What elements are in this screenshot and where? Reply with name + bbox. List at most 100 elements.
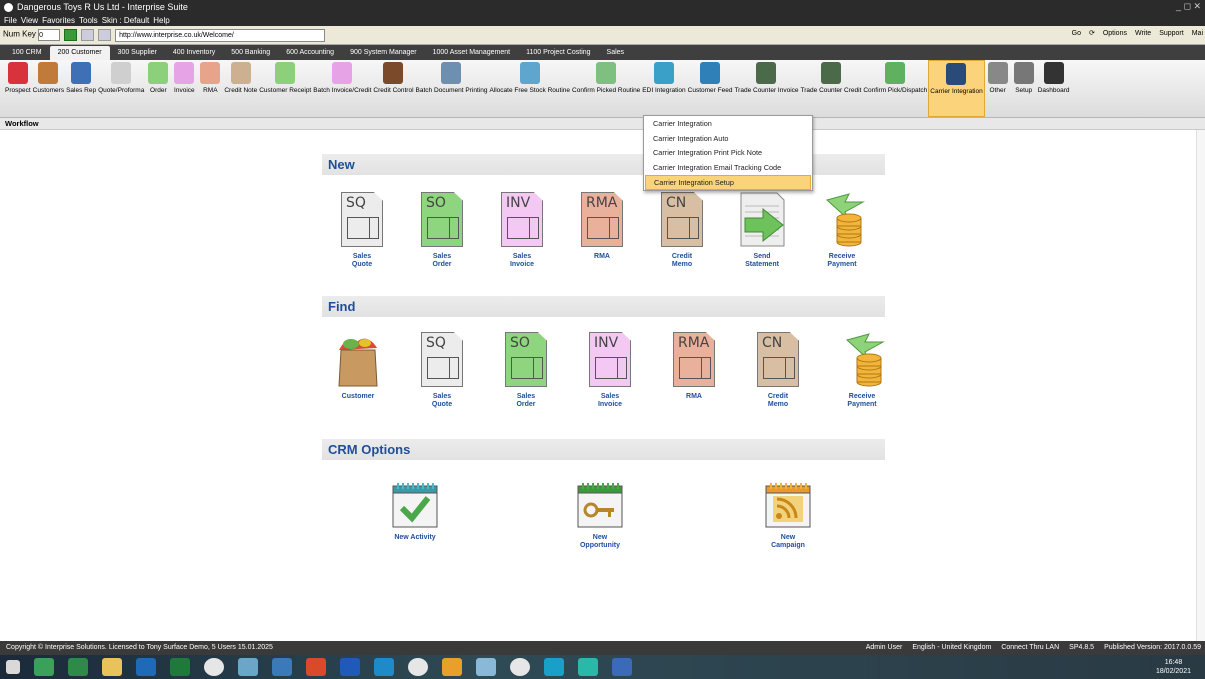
chrome-icon[interactable] (442, 658, 462, 676)
menu-view[interactable]: View (21, 16, 38, 25)
new-tile-sales-quote[interactable]: SQ Sales Quote (332, 192, 392, 269)
tab-system-manager[interactable]: 900 System Manager (342, 46, 425, 60)
find-tile-receive-payment[interactable]: Receive Payment (832, 332, 892, 409)
ribbon-button-other[interactable]: Other (985, 60, 1011, 117)
new-tile-sales-order[interactable]: SO Sales Order (412, 192, 472, 269)
inv-document-icon: INV (589, 332, 631, 387)
back-button[interactable] (81, 29, 95, 41)
ribbon-button-customers[interactable]: Customers (32, 60, 65, 117)
forward-button[interactable] (98, 29, 112, 41)
word-icon[interactable] (340, 658, 360, 676)
ribbon-button-trade-counter-credit[interactable]: Trade Counter Credit (800, 60, 863, 117)
crm-tile-new-opportunity[interactable]: New Opportunity (570, 482, 630, 550)
find-tile-rma[interactable]: RMA RMA (664, 332, 724, 401)
menu-item-carrier-integration-setup[interactable]: Carrier Integration Setup (645, 175, 811, 190)
ribbon-button-confirm-pick-dispatch[interactable]: Confirm Pick/Dispatch (862, 60, 928, 117)
go-link[interactable]: Go (1072, 30, 1081, 37)
new-tile-sales-invoice[interactable]: INV Sales Invoice (492, 192, 552, 269)
ribbon-button-trade-counter-invoice[interactable]: Trade Counter Invoice (733, 60, 799, 117)
vertical-scrollbar[interactable] (1196, 130, 1205, 641)
taskbar-app-icon[interactable] (578, 658, 598, 676)
taskbar-app-icon[interactable] (238, 658, 258, 676)
find-tile-customer[interactable]: Customer (328, 332, 388, 401)
crm-tile-new-activity[interactable]: New Activity (385, 482, 445, 542)
tile-label: Sales Order (412, 253, 472, 269)
taskbar-app-icon[interactable] (272, 658, 292, 676)
ribbon-button-edi-integration[interactable]: EDI Integration (641, 60, 686, 117)
write-button[interactable]: Write (1135, 30, 1151, 37)
taskbar-app-icon[interactable] (34, 658, 54, 676)
interprise-icon[interactable] (204, 658, 224, 676)
find-tile-sales-invoice[interactable]: INV Sales Invoice (580, 332, 640, 409)
new-tile-rma[interactable]: RMA RMA (572, 192, 632, 261)
interprise-icon[interactable] (510, 658, 530, 676)
ribbon-button-credit-control[interactable]: Credit Control (372, 60, 414, 117)
tab-customer[interactable]: 200 Customer (49, 46, 110, 60)
tab-supplier[interactable]: 300 Supplier (110, 46, 165, 60)
menu-item-carrier-integration-auto[interactable]: Carrier Integration Auto (645, 132, 811, 147)
tab-project-costing[interactable]: 1100 Project Costing (518, 46, 598, 60)
tile-label-line2: Quote (351, 261, 373, 268)
find-tile-credit-memo[interactable]: CN Credit Memo (748, 332, 808, 409)
ribbon-button-sales-rep[interactable]: Sales Rep (65, 60, 97, 117)
excel-icon[interactable] (170, 658, 190, 676)
ribbon-button-customer-receipt[interactable]: Customer Receipt (258, 60, 312, 117)
tab-banking[interactable]: 500 Banking (223, 46, 278, 60)
tab-asset-management[interactable]: 1000 Asset Management (425, 46, 518, 60)
edge-icon[interactable] (544, 658, 564, 676)
folder-icon[interactable] (102, 658, 122, 676)
find-tile-sales-order[interactable]: SO Sales Order (496, 332, 556, 409)
tab-accounting[interactable]: 600 Accounting (278, 46, 342, 60)
url-input[interactable]: http://www.interprise.co.uk/Welcome/ (115, 28, 326, 42)
ribbon-button-carrier-integration[interactable]: Carrier Integration (928, 60, 985, 117)
mail-button[interactable]: Mai (1192, 30, 1203, 37)
outlook-icon[interactable] (136, 658, 156, 676)
ribbon-button-dashboard[interactable]: Dashboard (1037, 60, 1071, 117)
go-button[interactable] (64, 29, 78, 41)
ribbon-button-quote-proforma[interactable]: Quote/Proforma (97, 60, 145, 117)
address-bar: Num Key http://www.interprise.co.uk/Welc… (0, 26, 1205, 45)
tab-crm[interactable]: 100 CRM (4, 46, 50, 60)
ribbon-button-setup[interactable]: Setup (1011, 60, 1037, 117)
menu-item-carrier-integration-email-tracking[interactable]: Carrier Integration Email Tracking Code (645, 161, 811, 176)
refresh-icon[interactable]: ⟳ (1089, 29, 1095, 37)
tab-inventory[interactable]: 400 Inventory (165, 46, 223, 60)
menu-item-carrier-integration[interactable]: Carrier Integration (645, 117, 811, 132)
ribbon-label: Other (989, 87, 1006, 94)
taskbar-app-icon[interactable] (476, 658, 496, 676)
new-tile-credit-memo[interactable]: CN Credit Memo (652, 192, 712, 269)
ribbon-button-batch-invoice-credit[interactable]: Batch Invoice/Credit (312, 60, 372, 117)
ribbon-button-prospect[interactable]: Prospect (4, 60, 32, 117)
tab-sales[interactable]: Sales (599, 46, 633, 60)
window-controls[interactable]: _ ◻ ✕ (1176, 1, 1201, 12)
interprise-icon[interactable] (408, 658, 428, 676)
ribbon-button-invoice[interactable]: Invoice (171, 60, 197, 117)
taskbar-app-icon[interactable] (68, 658, 88, 676)
options-button[interactable]: Options (1103, 30, 1127, 37)
menu-help[interactable]: Help (153, 16, 169, 25)
tile-label: New Opportunity (570, 534, 630, 550)
ribbon-button-rma[interactable]: RMA (197, 60, 223, 117)
ribbon-button-allocate-free-stock-routine[interactable]: Allocate Free Stock Routine (488, 60, 571, 117)
menu-tools[interactable]: Tools (79, 16, 98, 25)
system-clock[interactable]: 16:48 18/02/2021 (1156, 658, 1191, 676)
windows-start-icon[interactable] (6, 660, 20, 674)
ribbon-button-credit-note[interactable]: Credit Note (223, 60, 258, 117)
skype-icon[interactable] (374, 658, 394, 676)
teams-icon[interactable] (612, 658, 632, 676)
ribbon-button-order[interactable]: Order (145, 60, 171, 117)
menu-skin[interactable]: Skin : Default (102, 16, 150, 25)
ribbon-button-customer-feed[interactable]: Customer Feed (687, 60, 734, 117)
menu-item-carrier-integration-print-pick-note[interactable]: Carrier Integration Print Pick Note (645, 146, 811, 161)
menu-favorites[interactable]: Favorites (42, 16, 75, 25)
support-button[interactable]: Support (1159, 30, 1184, 37)
numkey-input[interactable] (38, 29, 61, 41)
new-tile-send-statement[interactable]: Send Statement (732, 192, 792, 269)
firefox-icon[interactable] (306, 658, 326, 676)
ribbon-button-confirm-picked-routine[interactable]: Confirm Picked Routine (571, 60, 641, 117)
menu-file[interactable]: File (4, 16, 17, 25)
new-tile-receive-payment[interactable]: Receive Payment (812, 192, 872, 269)
ribbon-button-batch-document-printing[interactable]: Batch Document Printing (415, 60, 489, 117)
crm-tile-new-campaign[interactable]: New Campaign (758, 482, 818, 550)
find-tile-sales-quote[interactable]: SQ Sales Quote (412, 332, 472, 409)
